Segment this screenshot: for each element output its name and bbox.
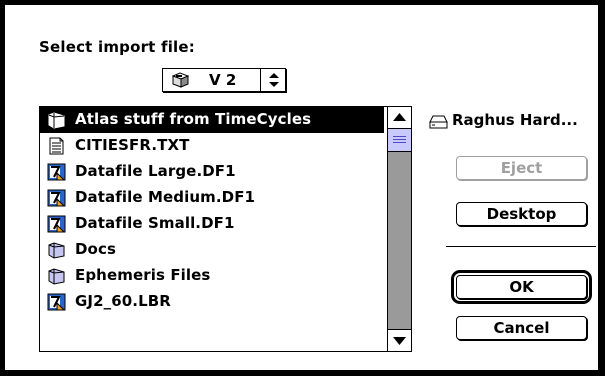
file-list-item[interactable]: Docs bbox=[40, 237, 384, 263]
dialog-prompt: Select import file: bbox=[39, 38, 195, 56]
file-list[interactable]: Atlas stuff from TimeCycles CITIESFR.TXT bbox=[39, 106, 412, 352]
scroll-track[interactable] bbox=[388, 129, 411, 329]
thumb-grip-line bbox=[393, 139, 406, 140]
file-list-item[interactable]: Datafile Medium.DF1 bbox=[40, 185, 384, 211]
scroll-down-button[interactable] bbox=[388, 329, 411, 351]
folder-icon bbox=[47, 267, 66, 285]
file-name: Datafile Small.DF1 bbox=[75, 214, 235, 232]
popup-divider bbox=[260, 69, 261, 91]
app-document-icon bbox=[47, 189, 66, 207]
current-drive: Raghus Hard... bbox=[429, 111, 601, 133]
file-list-item[interactable]: CITIESFR.TXT bbox=[40, 133, 384, 159]
file-name: Atlas stuff from TimeCycles bbox=[75, 110, 312, 128]
drive-name: Raghus Hard... bbox=[452, 111, 578, 129]
file-name: Datafile Medium.DF1 bbox=[75, 188, 256, 206]
scroll-up-button[interactable] bbox=[388, 107, 411, 129]
volume-label: V 2 bbox=[209, 71, 237, 89]
file-name: Docs bbox=[75, 240, 116, 258]
folder-icon bbox=[47, 111, 66, 129]
ok-button[interactable]: OK bbox=[456, 275, 587, 299]
text-document-icon bbox=[47, 137, 66, 155]
file-name: Datafile Large.DF1 bbox=[75, 162, 236, 180]
folder-icon bbox=[47, 241, 66, 259]
app-document-icon bbox=[47, 293, 66, 311]
file-name: Ephemeris Files bbox=[75, 266, 211, 284]
hard-disk-icon bbox=[429, 115, 448, 129]
file-list-rows: Atlas stuff from TimeCycles CITIESFR.TXT bbox=[40, 107, 384, 315]
button-separator bbox=[446, 246, 596, 247]
file-name: GJ2_60.LBR bbox=[75, 292, 171, 310]
app-document-icon bbox=[47, 215, 66, 233]
import-file-dialog: Select import file: V 2 Atlas stuff from… bbox=[4, 4, 599, 371]
scroll-thumb[interactable] bbox=[388, 129, 411, 152]
eject-button[interactable]: Eject bbox=[456, 156, 587, 180]
cancel-button[interactable]: Cancel bbox=[456, 316, 587, 340]
thumb-grip-line bbox=[393, 136, 406, 137]
up-down-arrows-icon bbox=[263, 70, 285, 90]
volume-icon bbox=[171, 72, 190, 88]
file-list-scrollbar[interactable] bbox=[387, 107, 411, 351]
volume-popup-menu[interactable]: V 2 bbox=[162, 68, 286, 92]
arrow-up-icon bbox=[393, 113, 406, 121]
file-list-item[interactable]: GJ2_60.LBR bbox=[40, 289, 384, 315]
file-list-item[interactable]: Datafile Large.DF1 bbox=[40, 159, 384, 185]
app-document-icon bbox=[47, 163, 66, 181]
file-list-item[interactable]: Atlas stuff from TimeCycles bbox=[40, 107, 384, 133]
desktop-button[interactable]: Desktop bbox=[456, 202, 587, 226]
arrow-down-icon bbox=[393, 337, 406, 345]
file-list-item[interactable]: Datafile Small.DF1 bbox=[40, 211, 384, 237]
file-list-item[interactable]: Ephemeris Files bbox=[40, 263, 384, 289]
thumb-grip-line bbox=[393, 142, 406, 143]
file-name: CITIESFR.TXT bbox=[75, 136, 190, 154]
